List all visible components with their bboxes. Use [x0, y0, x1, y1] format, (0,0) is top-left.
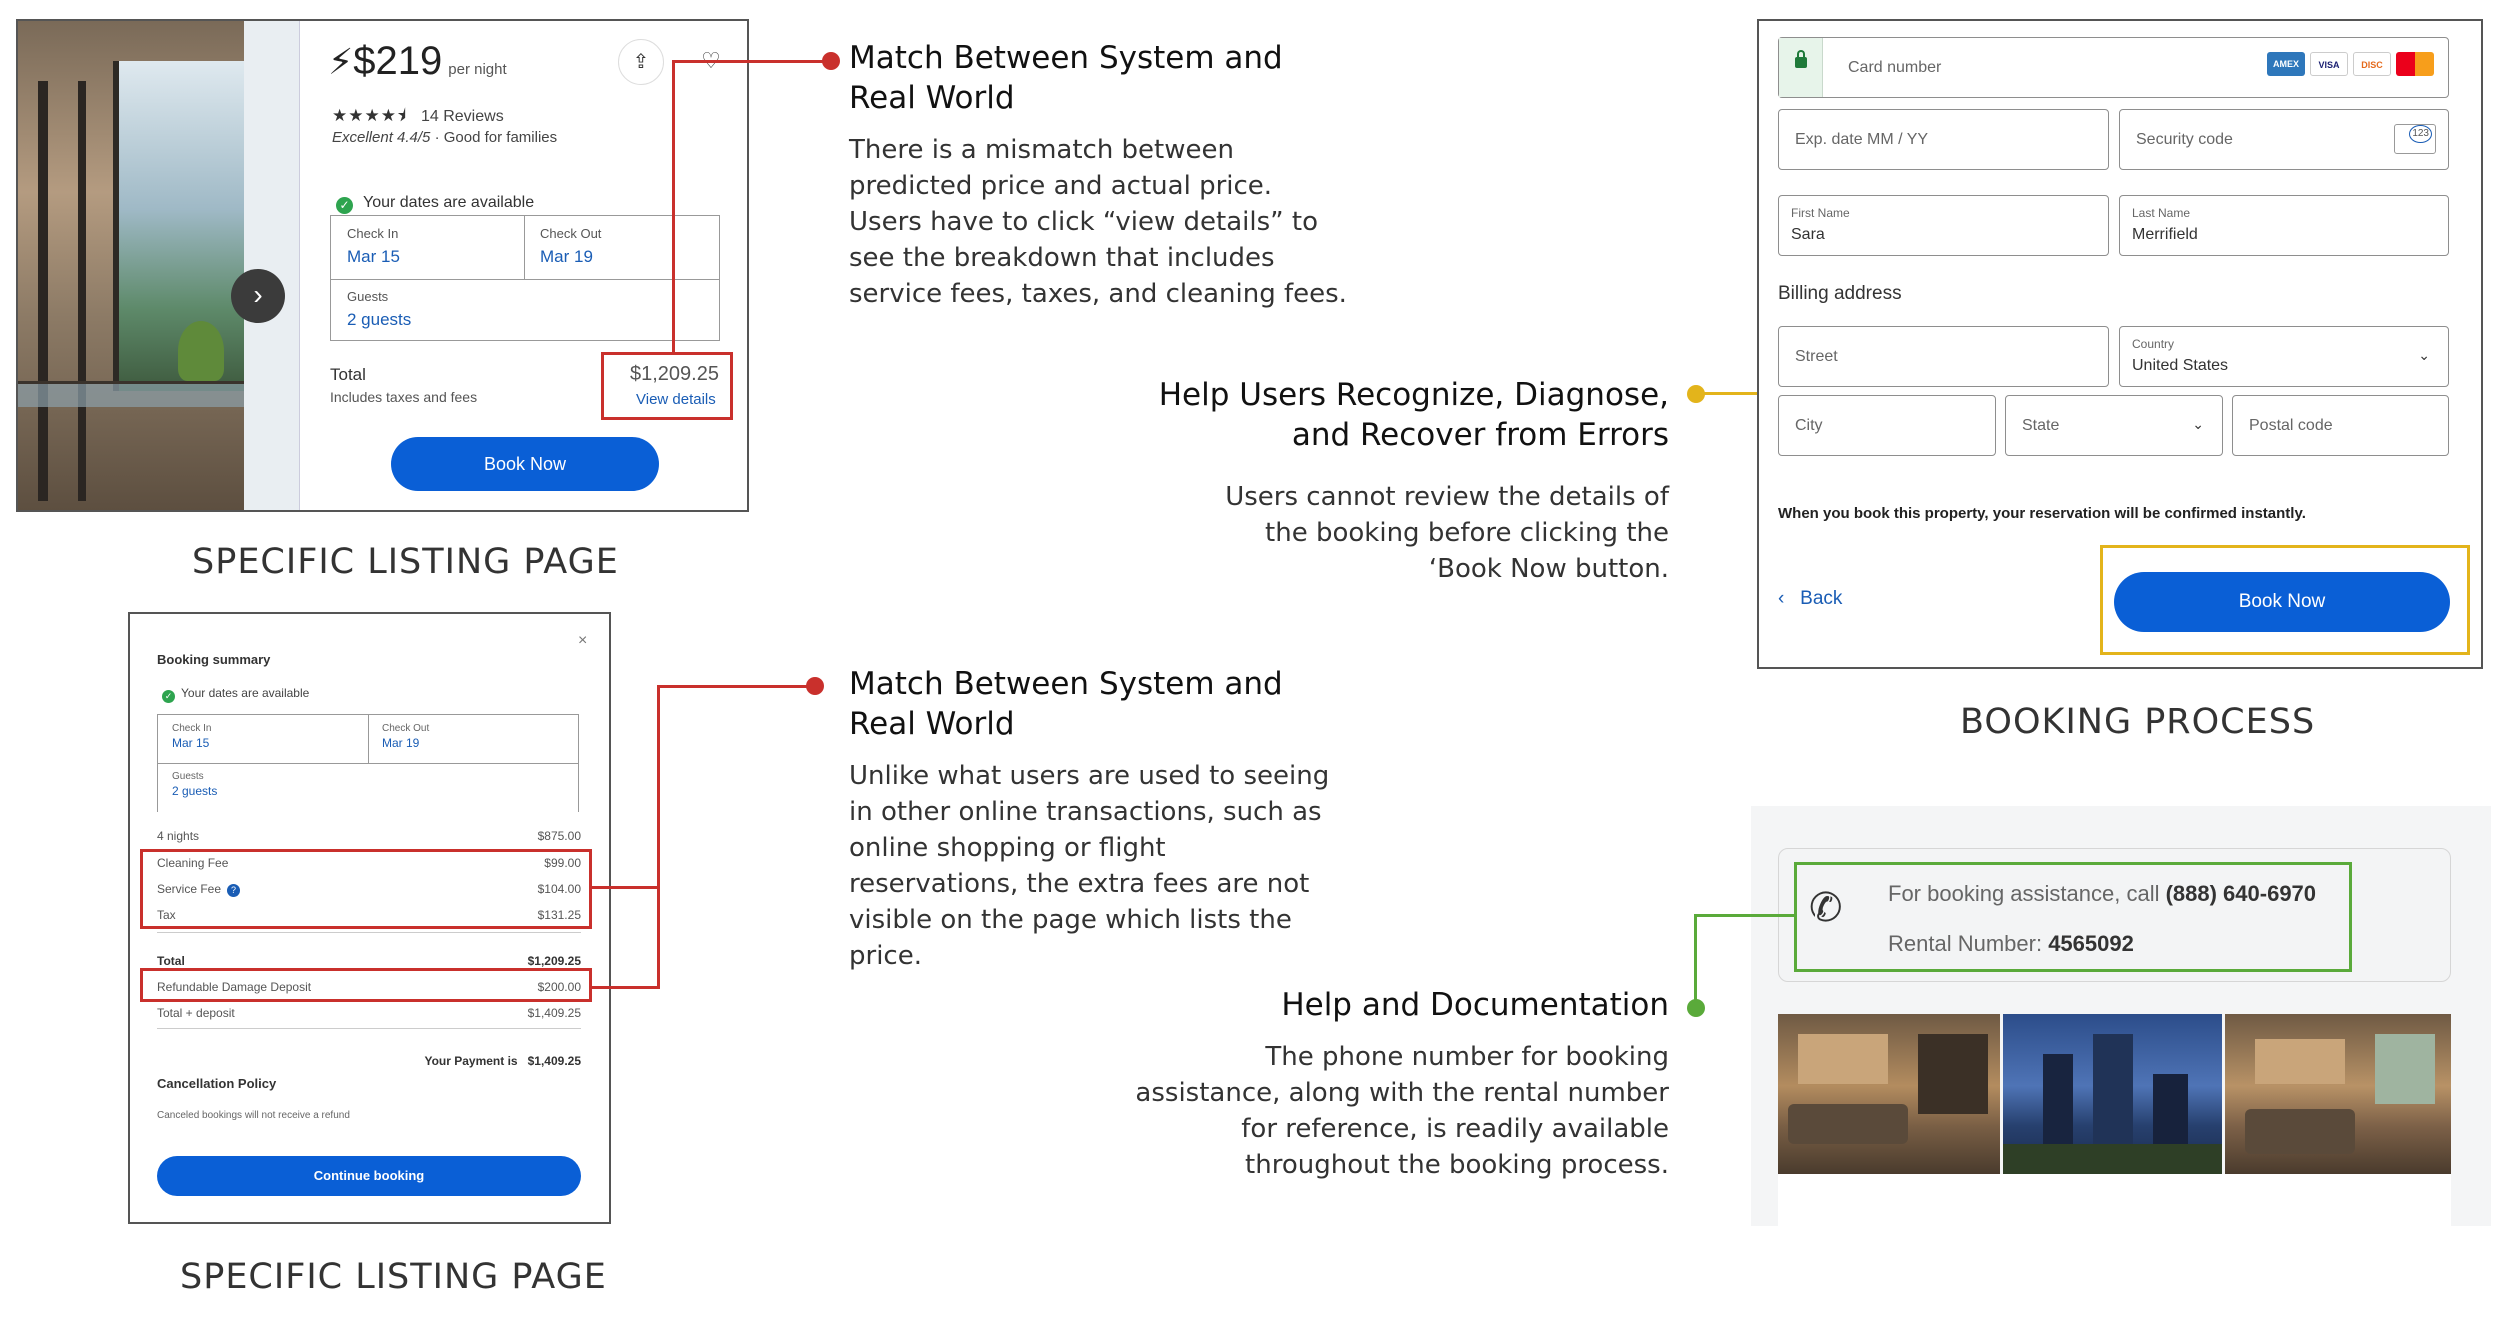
annotation-price-mismatch: Match Between System and Real World Ther… — [849, 40, 1347, 309]
photo-strip — [244, 21, 300, 510]
price-value: $219 — [353, 39, 443, 83]
lock-icon — [1795, 50, 1807, 68]
availability-status: ✓ Your dates are available — [336, 194, 534, 214]
check-circle-icon: ✓ — [336, 197, 353, 214]
exp-date-field[interactable]: Exp. date MM / YY — [1778, 109, 2109, 170]
star-icons: ★★★★⯨ — [332, 106, 407, 125]
confirmation-note: When you book this property, your reserv… — [1778, 505, 2306, 522]
connector-line — [592, 986, 660, 989]
card-brand-icons: AMEX VISA DISC MC — [2267, 52, 2434, 76]
discover-icon: DISC — [2353, 52, 2391, 76]
continue-booking-button[interactable]: Continue booking — [157, 1156, 581, 1196]
connector-line — [592, 886, 660, 889]
includes-note: Includes taxes and fees — [330, 389, 478, 405]
annotation-hidden-fees: Match Between System and Real World Unli… — [849, 666, 1330, 971]
connector-line — [672, 60, 830, 63]
book-now-highlight-box — [2100, 545, 2470, 655]
connector-dot — [822, 52, 840, 70]
summary-line-total: Total $1,209.25 — [157, 954, 581, 968]
state-select[interactable]: State ⌄ — [2005, 395, 2223, 456]
property-photo[interactable] — [2225, 1014, 2451, 1174]
dates-picker: Check In Mar 15 Check Out Mar 19 Guests … — [330, 215, 720, 341]
share-icon: ⇪ — [632, 51, 650, 73]
connector-line — [1694, 914, 1697, 1007]
price-highlight-box — [601, 352, 733, 420]
property-photo[interactable] — [2003, 1014, 2222, 1174]
summary-availability: ✓ Your dates are available — [162, 686, 309, 703]
summary-title: Booking summary — [157, 652, 271, 667]
per-night-label: per night — [448, 61, 507, 78]
chevron-down-icon: ⌄ — [2192, 416, 2204, 432]
property-photo[interactable] — [1778, 1014, 2000, 1174]
assistance-highlight-box — [1794, 862, 2352, 972]
chevron-left-icon: ‹ — [1778, 588, 1785, 609]
cancel-policy-text: Canceled bookings will not receive a ref… — [157, 1110, 350, 1121]
amex-icon: AMEX — [2267, 52, 2305, 76]
total-label: Total — [330, 365, 366, 384]
chevron-down-icon: ⌄ — [2418, 347, 2430, 363]
postal-code-field[interactable]: Postal code — [2232, 395, 2449, 456]
caption-booking-process: BOOKING PROCESS — [1960, 702, 2316, 742]
chevron-right-icon: › — [253, 279, 263, 310]
annotation-help-documentation: Help and Documentation The phone number … — [1135, 987, 1669, 1180]
fees-highlight-box — [140, 849, 592, 929]
listing-card: › ⚡$219 per night ★★★★⯨ 14 Reviews Excelle… — [16, 19, 749, 512]
book-now-button[interactable]: Book Now — [391, 437, 659, 491]
deposit-highlight-box — [140, 968, 592, 1002]
guests-field[interactable]: Guests 2 guests — [347, 289, 411, 330]
street-field[interactable]: Street — [1778, 326, 2109, 387]
summary-line-nights: 4 nights $875.00 — [157, 829, 581, 843]
visa-icon: VISA — [2310, 52, 2348, 76]
annotation-error-recovery: Help Users Recognize, Diagnose, and Reco… — [1158, 377, 1669, 584]
check-in-field[interactable]: Check In Mar 15 — [347, 226, 400, 267]
security-code-field[interactable]: Security code 123 — [2119, 109, 2449, 170]
listing-photo — [18, 21, 244, 510]
connector-line — [1694, 914, 1796, 917]
connector-dot — [1687, 999, 1705, 1017]
connector-dot — [806, 677, 824, 695]
bolt-icon: ⚡ — [328, 41, 354, 82]
city-field[interactable]: City — [1778, 395, 1996, 456]
check-circle-icon: ✓ — [162, 690, 175, 703]
first-name-field[interactable]: First Name Sara — [1778, 195, 2109, 256]
connector-line — [672, 60, 675, 354]
caption-listing-top: SPECIFIC LISTING PAGE — [192, 542, 619, 582]
caption-listing-bottom: SPECIFIC LISTING PAGE — [180, 1257, 607, 1297]
summary-check-in[interactable]: Check In Mar 15 — [172, 723, 211, 750]
close-icon[interactable]: × — [578, 632, 587, 650]
connector-line — [657, 685, 813, 688]
billing-address-heading: Billing address — [1778, 283, 1902, 304]
reviews-link[interactable]: 14 Reviews — [421, 108, 504, 125]
connector-line — [657, 685, 660, 989]
country-select[interactable]: Country United States ⌄ — [2119, 326, 2449, 387]
rating-summary: Excellent 4.4/5 · Good for families — [332, 129, 558, 146]
back-link[interactable]: ‹ Back — [1778, 588, 1842, 610]
share-button[interactable]: ⇪ — [618, 39, 664, 85]
cancel-policy-title: Cancellation Policy — [157, 1076, 277, 1091]
summary-check-out[interactable]: Check Out Mar 19 — [382, 723, 429, 750]
next-photo-button[interactable]: › — [231, 269, 285, 323]
check-out-field[interactable]: Check Out Mar 19 — [540, 226, 601, 267]
cvv-icon: 123 — [2394, 124, 2436, 154]
card-number-field[interactable]: Card number AMEX VISA DISC MC — [1778, 37, 2449, 98]
last-name-field[interactable]: Last Name Merrifield — [2119, 195, 2449, 256]
price: ⚡$219 per night — [328, 39, 507, 84]
mastercard-icon: MC — [2396, 52, 2434, 76]
summary-line-total-deposit: Total + deposit $1,409.25 — [157, 1006, 581, 1020]
summary-dates: Check In Mar 15 Check Out Mar 19 Guests … — [157, 714, 579, 812]
summary-guests[interactable]: Guests 2 guests — [172, 771, 217, 798]
rating-stars: ★★★★⯨ 14 Reviews — [332, 103, 504, 132]
